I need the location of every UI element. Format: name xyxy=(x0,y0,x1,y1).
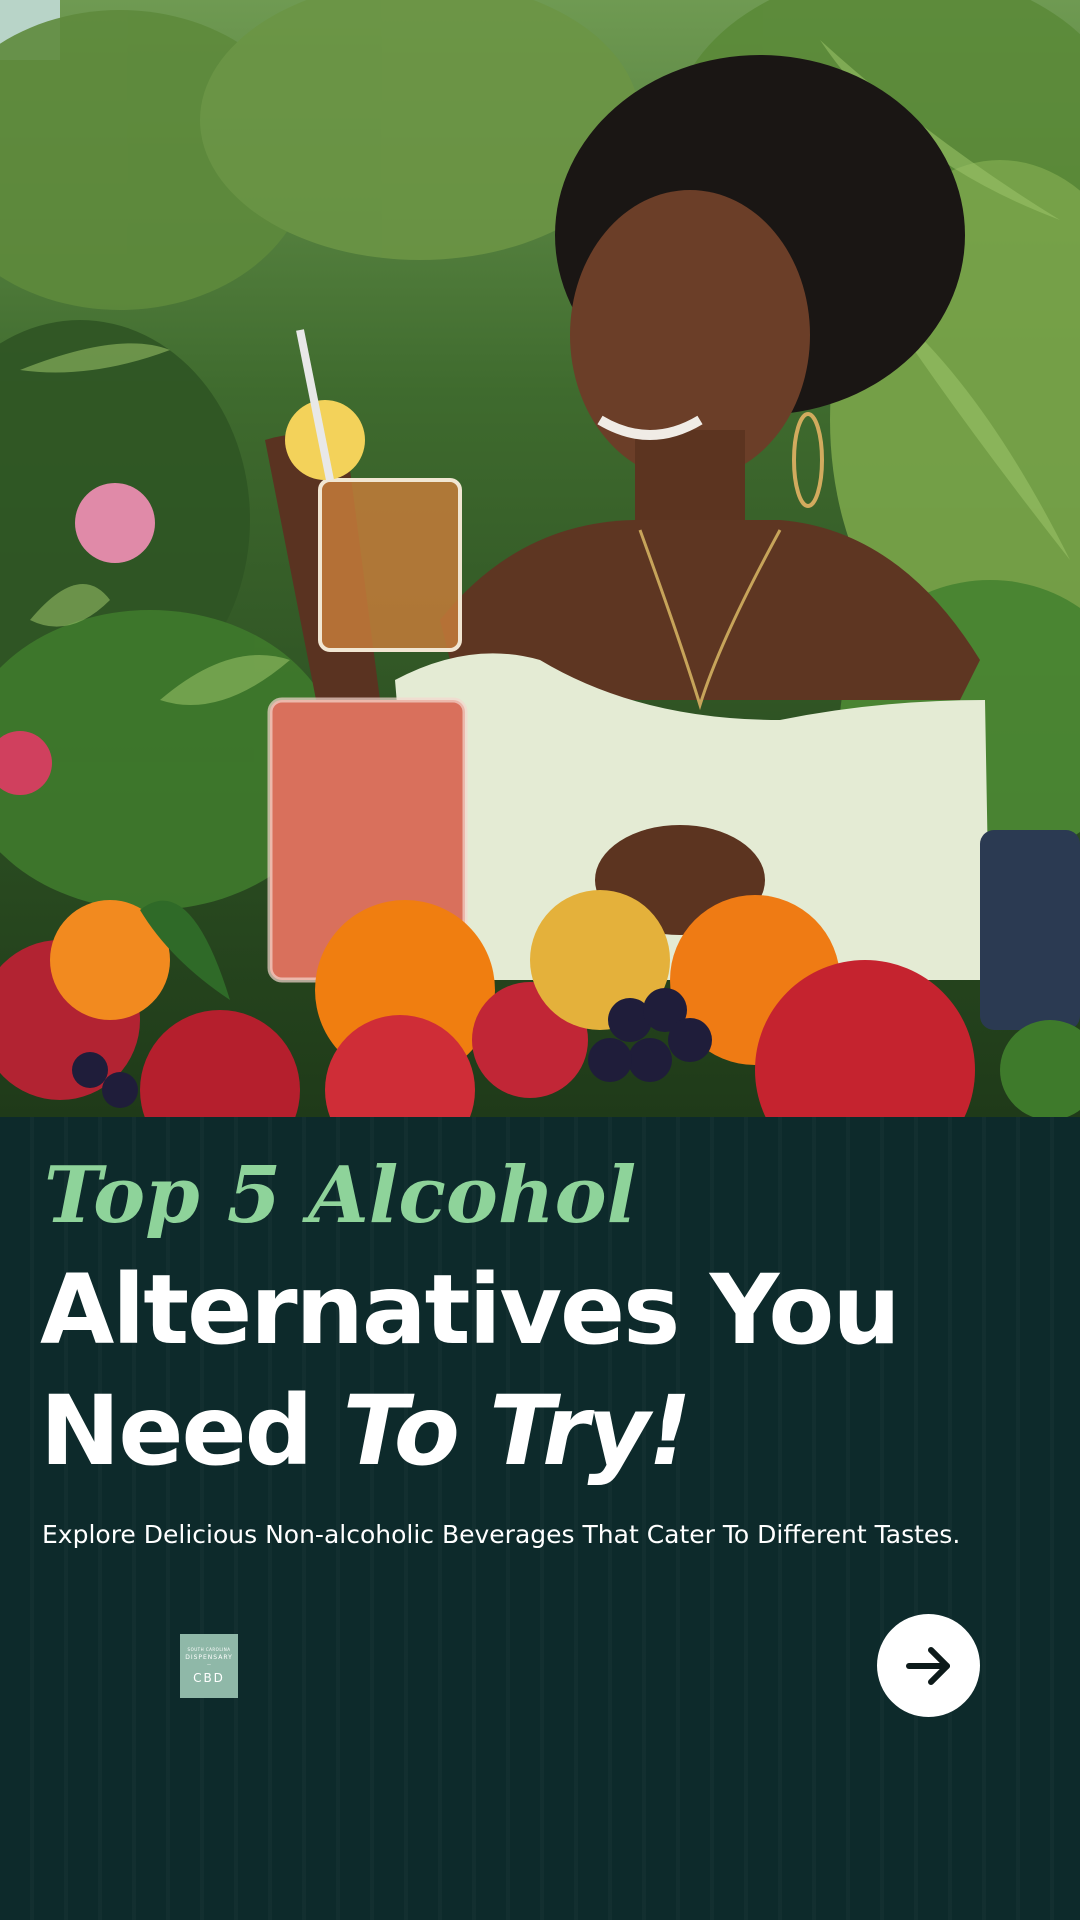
next-button[interactable] xyxy=(877,1614,980,1717)
headline-line-2: Alternatives You xyxy=(40,1254,901,1366)
pink-flower xyxy=(75,483,155,563)
arrow-right-icon xyxy=(905,1646,950,1685)
hero-illustration xyxy=(0,0,1080,1117)
subtitle: Explore Delicious Non-alcoholic Beverage… xyxy=(42,1520,961,1549)
logo-line-1: SOUTH CAROLINA xyxy=(187,1647,231,1652)
headline-line-1: Top 5 Alcohol xyxy=(44,1150,637,1241)
logo-line-3: — xyxy=(207,1662,211,1667)
brand-logo: SOUTH CAROLINA DISPENSARY — CBD xyxy=(180,1634,238,1698)
headline-line-3: Need To Try! xyxy=(40,1383,692,1479)
headline-line-3-emphasis: To Try! xyxy=(342,1375,692,1487)
content-panel: Top 5 Alcohol Alternatives You Need To T… xyxy=(0,1117,1080,1920)
hero-image xyxy=(0,0,1080,1117)
headline-line-3-plain: Need xyxy=(40,1375,343,1487)
chair xyxy=(980,830,1080,1030)
logo-line-2: DISPENSARY xyxy=(185,1654,233,1661)
promo-card: Top 5 Alcohol Alternatives You Need To T… xyxy=(0,0,1080,1920)
logo-line-4: CBD xyxy=(193,1671,225,1685)
